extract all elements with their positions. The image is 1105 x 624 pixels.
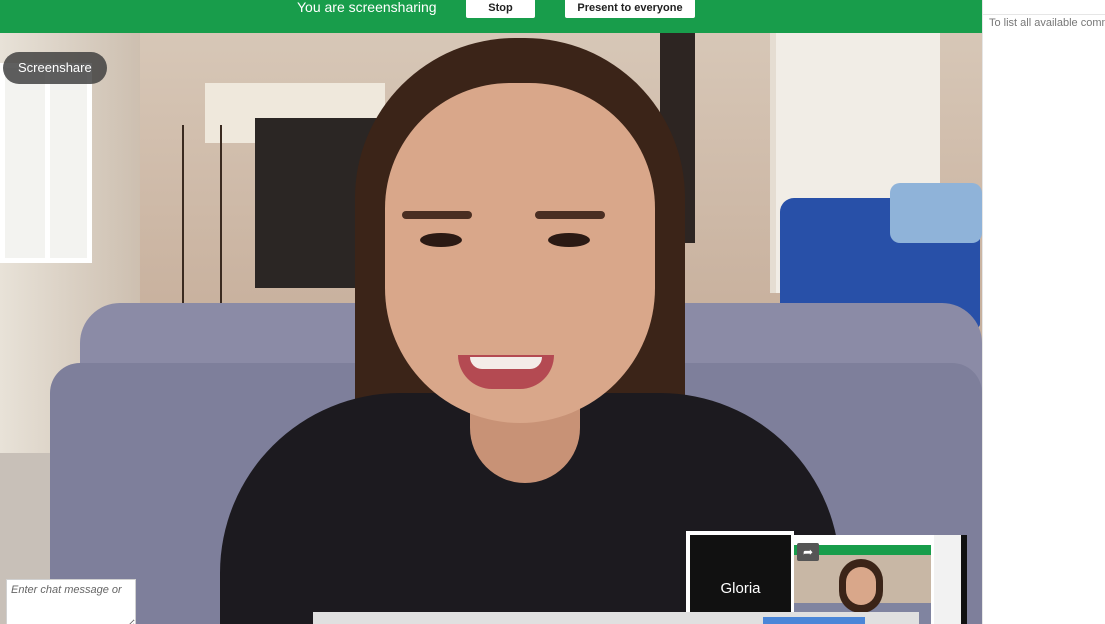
background-window bbox=[0, 63, 92, 263]
present-to-everyone-button[interactable]: Present to everyone bbox=[565, 0, 695, 18]
stop-sharing-button[interactable]: Stop bbox=[466, 0, 535, 18]
chat-panel: To list all available comm bbox=[982, 0, 1105, 624]
share-arrow-icon: ➦ bbox=[797, 543, 819, 561]
chat-divider bbox=[983, 14, 1105, 15]
participant-brow bbox=[402, 211, 472, 219]
participant-eye bbox=[420, 233, 462, 247]
participant-teeth bbox=[470, 357, 542, 369]
participant-name: Gloria bbox=[720, 580, 761, 597]
screenshare-banner: You are screensharing Stop Present to ev… bbox=[0, 0, 982, 33]
screenshare-thumbnail[interactable] bbox=[794, 535, 967, 624]
mini-chat-panel bbox=[934, 535, 961, 624]
participant-eye bbox=[548, 233, 590, 247]
background-pillow bbox=[890, 183, 982, 243]
bottom-toolbar-button[interactable] bbox=[763, 617, 865, 624]
background-fire-tools bbox=[182, 125, 222, 315]
chat-hint-text: To list all available comm bbox=[989, 17, 1105, 29]
chat-message-input[interactable] bbox=[6, 579, 136, 624]
participant-brow bbox=[535, 211, 605, 219]
screenshare-badge: Screenshare bbox=[3, 52, 107, 84]
participant-thumbnail-gloria[interactable]: Gloria bbox=[686, 531, 794, 624]
screenshare-status-text: You are screensharing bbox=[297, 0, 437, 15]
